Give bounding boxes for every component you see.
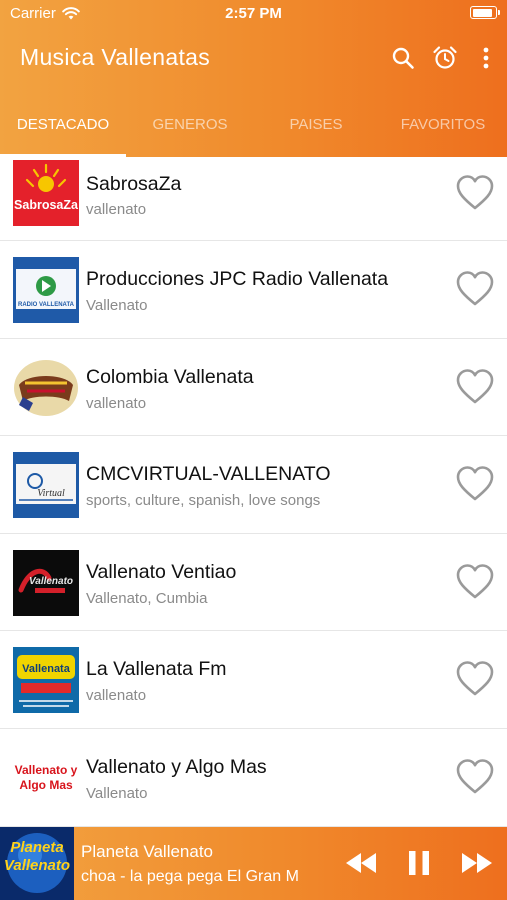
- mini-player[interactable]: Planeta Vallenato Planeta Vallenato choa…: [0, 827, 507, 900]
- page-title: Musica Vallenatas: [20, 44, 211, 70]
- svg-text:Vallenato: Vallenato: [29, 576, 73, 587]
- list-item[interactable]: Vallenato Vallenato Ventiao Vallenato, C…: [0, 534, 507, 632]
- alarm-clock-icon: [433, 46, 457, 69]
- list-item[interactable]: RADIO VALLENATA Producciones JPC Radio V…: [0, 241, 507, 339]
- heart-icon: [456, 175, 494, 210]
- station-logo: [13, 354, 79, 421]
- list-item[interactable]: Virtual CMCVIRTUAL-VALLENATO sports, cul…: [0, 436, 507, 534]
- station-name: La Vallenata Fm: [86, 658, 227, 681]
- heart-icon: [456, 759, 494, 794]
- pause-button[interactable]: [402, 847, 436, 879]
- favorite-button[interactable]: [455, 464, 495, 504]
- favorite-button[interactable]: [455, 269, 495, 309]
- battery-icon: [470, 6, 500, 19]
- favorite-button[interactable]: [455, 757, 495, 797]
- station-name: SabrosaZa: [86, 173, 182, 195]
- list-item[interactable]: Vallenato y Algo Mas Vallenato y Algo Ma…: [0, 729, 507, 827]
- now-playing-track: choa - la pega pega El Gran M: [81, 868, 299, 885]
- list-item[interactable]: Colombia Vallenata vallenato: [0, 339, 507, 437]
- rewind-icon: [346, 853, 376, 873]
- station-tags: Vallenato: [86, 297, 148, 314]
- heart-icon: [456, 271, 494, 306]
- rewind-button[interactable]: [344, 847, 378, 879]
- list-item[interactable]: Vallenata La Vallenata Fm vallenato: [0, 631, 507, 729]
- station-logo: Vallenata: [13, 647, 79, 714]
- favorite-button[interactable]: [455, 562, 495, 602]
- station-name: CMCVIRTUAL-VALLENATO: [86, 463, 331, 486]
- alarm-button[interactable]: [430, 42, 460, 74]
- status-time: 2:57 PM: [225, 5, 282, 22]
- svg-text:Virtual: Virtual: [37, 488, 65, 499]
- app-header: Carrier 2:57 PM Musica Vallenatas DESTAC…: [0, 0, 507, 157]
- more-vertical-icon: [483, 47, 489, 69]
- tab-favoritos[interactable]: FAVORITOS: [380, 92, 506, 157]
- heart-icon: [456, 466, 494, 501]
- station-tags: Vallenato: [86, 784, 148, 802]
- tab-generos[interactable]: GENEROS: [127, 92, 253, 157]
- heart-icon: [456, 563, 494, 599]
- station-tags: Vallenato, Cumbia: [86, 589, 208, 607]
- more-options-button[interactable]: [471, 42, 501, 74]
- svg-text:RADIO VALLENATA: RADIO VALLENATA: [18, 302, 75, 308]
- battery-level: [472, 8, 492, 17]
- station-name: Vallenato y Algo Mas: [86, 755, 267, 778]
- station-logo: Vallenato: [13, 549, 79, 616]
- tab-destacado[interactable]: DESTACADO: [0, 92, 126, 157]
- tab-paises[interactable]: PAISES: [253, 92, 379, 157]
- station-tags: vallenato: [86, 394, 147, 412]
- svg-text:Vallenata: Vallenata: [22, 663, 71, 675]
- svg-text:SabrosaZa: SabrosaZa: [14, 198, 79, 212]
- station-tags: vallenato: [86, 687, 147, 705]
- station-logo: Virtual: [13, 452, 79, 519]
- now-playing-artwork: Planeta Vallenato: [0, 827, 74, 900]
- search-icon: [392, 47, 414, 69]
- station-list[interactable]: SabrosaZa SabrosaZa vallenato RADIO VALL…: [0, 157, 507, 827]
- station-name: Vallenato Ventiao: [86, 560, 237, 583]
- station-tags: sports, culture, spanish, love songs: [86, 492, 321, 510]
- station-tags: vallenato: [86, 201, 147, 218]
- station-name: Producciones JPC Radio Vallenata: [86, 268, 389, 290]
- status-bar: Carrier 2:57 PM: [0, 0, 507, 28]
- fast-forward-button[interactable]: [460, 847, 494, 879]
- favorite-button[interactable]: [455, 173, 495, 213]
- favorite-button[interactable]: [455, 367, 495, 407]
- fast-forward-icon: [462, 853, 492, 873]
- favorite-button[interactable]: [455, 659, 495, 699]
- heart-icon: [456, 368, 494, 403]
- heart-icon: [456, 661, 494, 696]
- station-name: Colombia Vallenata: [86, 365, 254, 388]
- pause-icon: [409, 851, 429, 875]
- station-logo: Vallenato y Algo Mas: [13, 744, 79, 811]
- tab-bar: DESTACADO GENEROS PAISES FAVORITOS: [0, 92, 507, 157]
- search-button[interactable]: [388, 42, 418, 74]
- station-logo: RADIO VALLENATA: [13, 257, 79, 323]
- now-playing-station: Planeta Vallenato: [81, 842, 214, 861]
- list-item[interactable]: SabrosaZa SabrosaZa vallenato: [0, 157, 507, 241]
- station-logo: SabrosaZa: [13, 160, 79, 226]
